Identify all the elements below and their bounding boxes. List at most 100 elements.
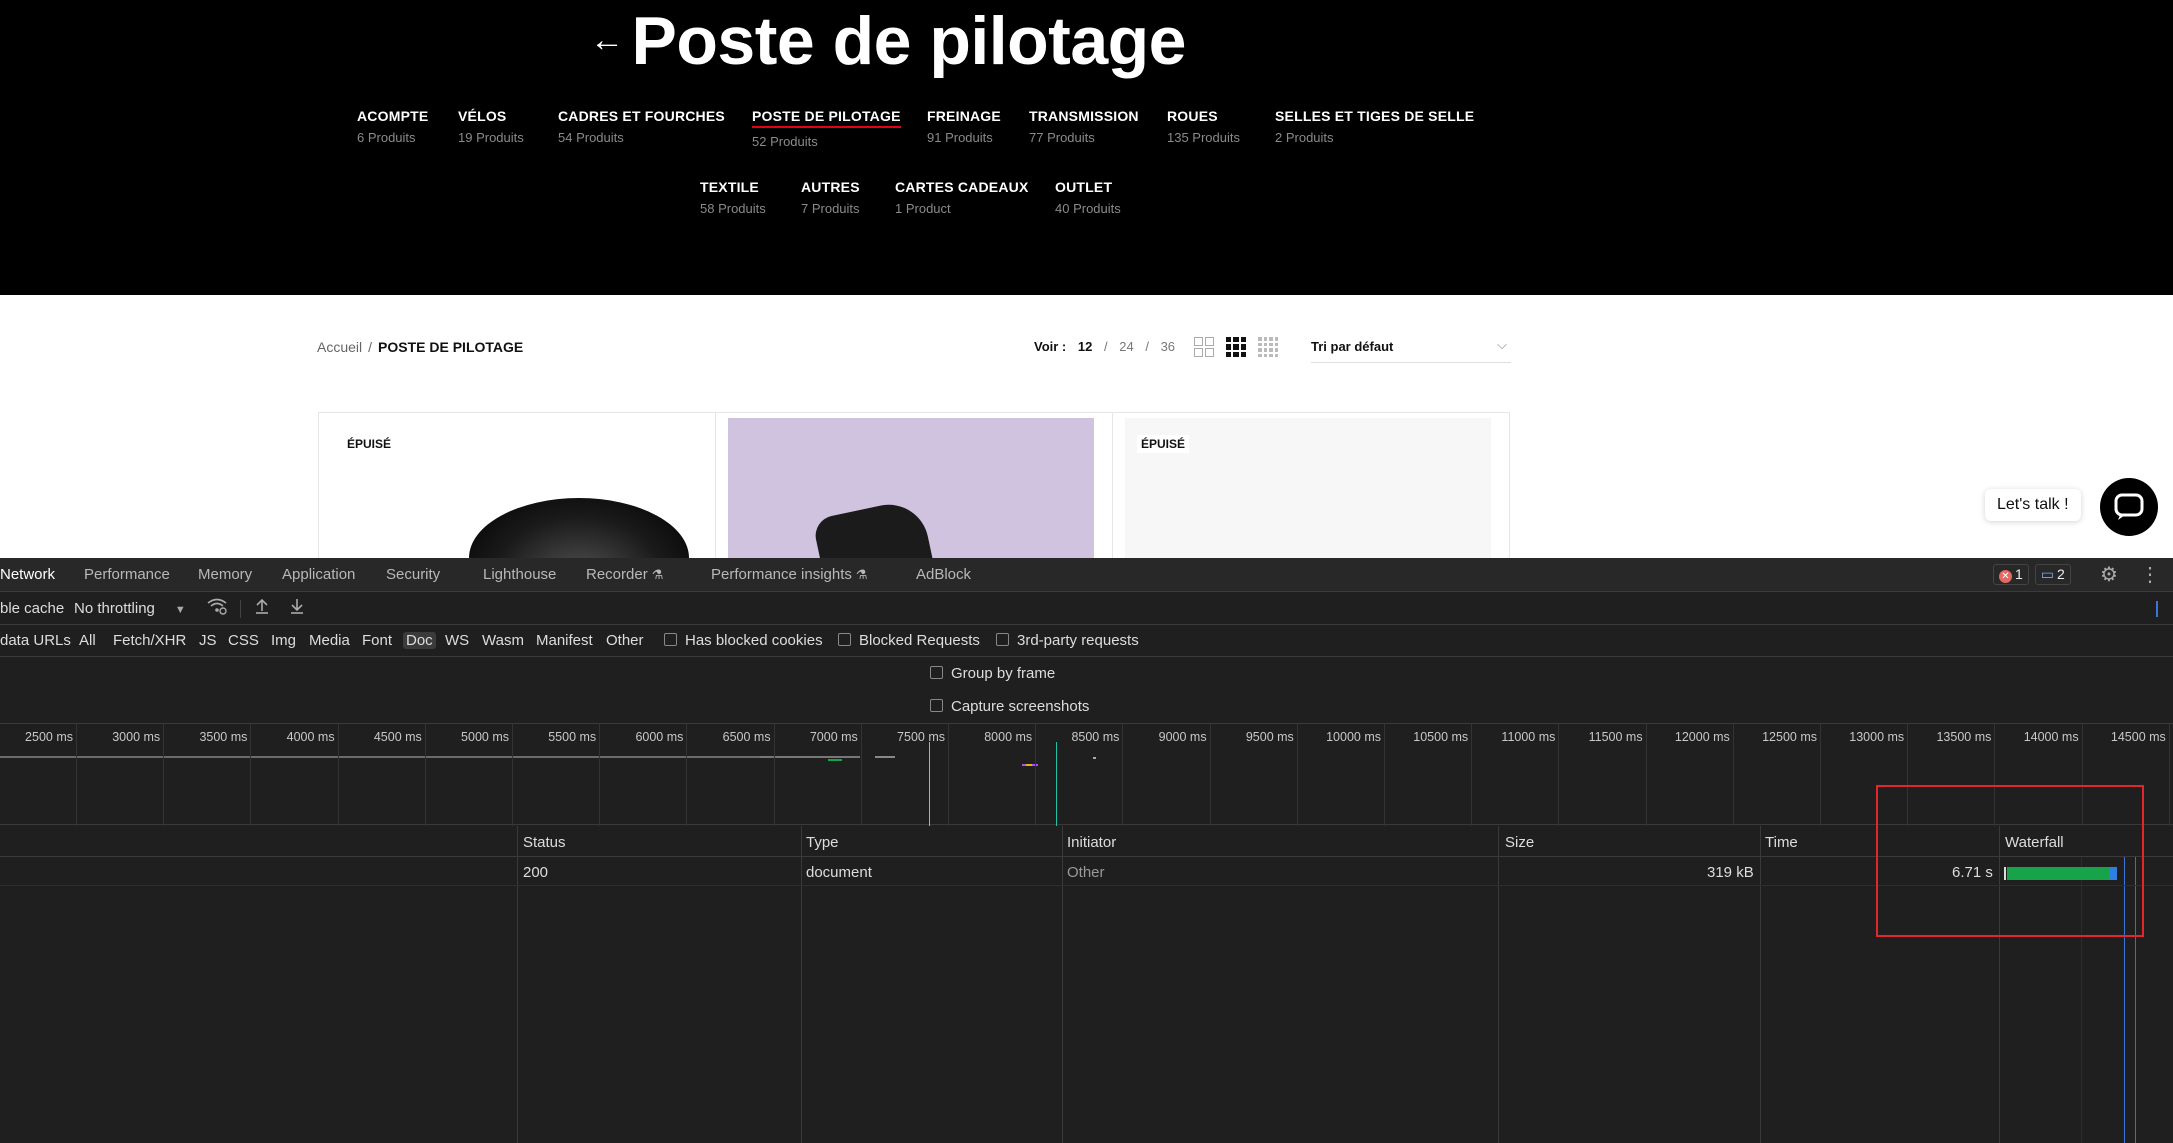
breadcrumb-home[interactable]: Accueil [317, 339, 362, 355]
timeline-gridline [1732, 724, 1734, 826]
product-image [728, 418, 1094, 563]
chat-button[interactable] [2100, 478, 2158, 536]
grid-3-icon[interactable] [1226, 337, 1246, 357]
network-conditions-icon[interactable] [206, 597, 228, 620]
filter-fetch-xhr[interactable]: Fetch/XHR [113, 632, 186, 649]
capture-screenshots-checkbox[interactable]: Capture screenshots [930, 698, 1089, 715]
third-party-requests-checkbox[interactable]: 3rd-party requests [996, 632, 1139, 649]
filter-js[interactable]: JS [199, 632, 217, 649]
filter-wasm[interactable]: Wasm [482, 632, 524, 649]
category-textile[interactable]: TEXTILE 58 Produits [700, 179, 766, 216]
flask-icon: ⚗ [855, 567, 868, 582]
filter-ws[interactable]: WS [445, 632, 469, 649]
timeline-gridline [424, 724, 426, 826]
timeline-tick-label: 9500 ms [1245, 730, 1294, 744]
product-card[interactable]: ÉPUISÉ [1113, 413, 1509, 563]
category-acompte[interactable]: ACOMPTE 6 Produits [357, 108, 428, 145]
overview-bar [0, 756, 760, 758]
export-har-icon[interactable] [289, 597, 305, 620]
per-page-36[interactable]: 36 [1161, 339, 1175, 354]
back-arrow-icon[interactable]: ← [590, 21, 624, 59]
devtools-tabbar: Network Performance Memory Application S… [0, 558, 2173, 592]
tab-security[interactable]: Security [386, 566, 440, 583]
timeline-gridline [1209, 724, 1211, 826]
hide-data-urls-label[interactable]: data URLs [0, 632, 71, 649]
overview-bar [760, 756, 860, 758]
product-card[interactable] [716, 413, 1113, 563]
sold-out-badge: ÉPUISÉ [1137, 435, 1190, 453]
errors-counter[interactable]: ✕ 1 [1993, 564, 2029, 585]
filter-media[interactable]: Media [309, 632, 350, 649]
overview-bar [1026, 764, 1032, 766]
timeline-gridline [2168, 724, 2170, 826]
timeline-tick-label: 8500 ms [1071, 730, 1120, 744]
timeline-tick-label: 12500 ms [1762, 730, 1817, 744]
messages-counter[interactable]: ▭ 2 [2034, 564, 2071, 585]
timeline-tick-label: 6000 ms [635, 730, 684, 744]
throttling-select[interactable]: No throttling ▼ [74, 600, 186, 617]
category-cartes-cadeaux[interactable]: CARTES CADEAUX 1 Product [895, 179, 1028, 216]
network-overview-timeline[interactable]: 2500 ms 3000 ms 3500 ms 4000 ms 4500 ms 5000 … [0, 723, 2173, 826]
timeline-tick-label: 3500 ms [199, 730, 248, 744]
column-type[interactable]: Type [806, 834, 839, 851]
grid-2-icon[interactable] [1194, 337, 1214, 357]
timeline-gridline [1035, 724, 1037, 826]
filter-font[interactable]: Font [362, 632, 392, 649]
per-page-24[interactable]: 24 [1119, 339, 1133, 354]
timeline-tick-label: 14000 ms [2023, 730, 2079, 744]
filter-img[interactable]: Img [271, 632, 296, 649]
filter-manifest[interactable]: Manifest [536, 632, 593, 649]
timeline-tick-label: 13500 ms [1936, 730, 1992, 744]
grid-4-icon[interactable] [1258, 337, 1278, 357]
column-initiator[interactable]: Initiator [1067, 834, 1116, 851]
tab-network[interactable]: Network [0, 566, 55, 583]
timeline-tick-label: 7000 ms [809, 730, 858, 744]
tab-lighthouse[interactable]: Lighthouse [483, 566, 556, 583]
category-cadres-et-fourches[interactable]: CADRES ET FOURCHES 54 Produits [558, 108, 725, 145]
sort-select[interactable]: Tri par défaut ⌵ [1311, 335, 1511, 363]
per-page-12[interactable]: 12 [1078, 339, 1092, 354]
blocked-requests-checkbox[interactable]: Blocked Requests [838, 632, 980, 649]
category-transmission[interactable]: TRANSMISSION 77 Produits [1029, 108, 1139, 145]
breadcrumb: Accueil / POSTE DE PILOTAGE [317, 339, 524, 355]
filter-doc[interactable]: Doc [403, 632, 436, 649]
tab-memory[interactable]: Memory [198, 566, 252, 583]
more-options-icon[interactable]: ⋮ [2140, 562, 2160, 587]
import-har-icon[interactable] [254, 597, 270, 620]
per-page-selector: Voir : 12 / 24 / 36 [1034, 339, 1176, 354]
column-status[interactable]: Status [523, 834, 566, 851]
network-toolbar: ble cache No throttling ▼ [0, 593, 2173, 625]
table-row[interactable]: 200 document Other 319 kB 6.71 s [0, 858, 2173, 886]
category-velos[interactable]: VÉLOS 19 Produits [458, 108, 524, 145]
column-time[interactable]: Time [1765, 834, 1798, 851]
chat-label[interactable]: Let's talk ! [1985, 489, 2081, 521]
group-by-frame-checkbox[interactable]: Group by frame [930, 665, 1055, 682]
timeline-gridline [686, 724, 688, 826]
cell-type: document [806, 864, 872, 881]
gear-icon[interactable]: ⚙ [2100, 562, 2118, 587]
tab-recorder[interactable]: Recorder ⚗ [586, 566, 663, 583]
has-blocked-cookies-checkbox[interactable]: Has blocked cookies [664, 632, 823, 649]
category-poste-de-pilotage[interactable]: POSTE DE PILOTAGE 52 Produits [752, 108, 901, 149]
timeline-gridline [250, 724, 252, 826]
column-size[interactable]: Size [1505, 834, 1534, 851]
filter-css[interactable]: CSS [228, 632, 259, 649]
tab-adblock[interactable]: AdBlock [916, 566, 971, 583]
cell-initiator: Other [1067, 864, 1105, 881]
tab-performance-insights[interactable]: Performance insights ⚗ [711, 566, 868, 583]
category-freinage[interactable]: FREINAGE 91 Produits [927, 108, 1001, 145]
timeline-tick-label: 6500 ms [722, 730, 771, 744]
issues-counters: ✕ 1 ▭ 2 [1993, 564, 2071, 585]
filter-other[interactable]: Other [606, 632, 644, 649]
category-roues[interactable]: ROUES 135 Produits [1167, 108, 1240, 145]
tab-application[interactable]: Application [282, 566, 355, 583]
product-card[interactable]: ÉPUISÉ [319, 413, 716, 563]
category-outlet[interactable]: OUTLET 40 Produits [1055, 179, 1121, 216]
tab-performance[interactable]: Performance [84, 566, 170, 583]
category-selles-et-tiges[interactable]: SELLES ET TIGES DE SELLE 2 Produits [1275, 108, 1474, 145]
timeline-gridline [1384, 724, 1385, 826]
category-autres[interactable]: AUTRES 7 Produits [801, 179, 860, 216]
disable-cache-label[interactable]: ble cache [0, 600, 64, 617]
filter-all[interactable]: All [79, 632, 96, 649]
product-grid: ÉPUISÉ ÉPUISÉ [318, 412, 1510, 563]
